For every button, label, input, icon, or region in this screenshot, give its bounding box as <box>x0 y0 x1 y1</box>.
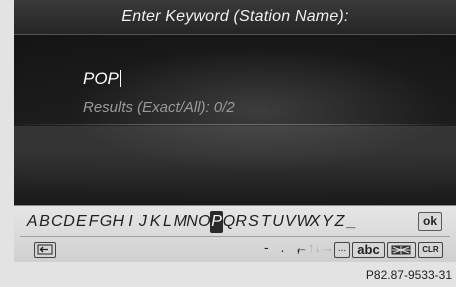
abc-case-button[interactable]: abc <box>352 242 385 258</box>
key-t[interactable]: T <box>260 211 272 233</box>
key-a[interactable]: A <box>26 211 38 233</box>
background-floor <box>14 126 456 204</box>
key-i[interactable]: I <box>124 211 136 233</box>
key-u[interactable]: U <box>272 211 284 233</box>
key-w[interactable]: W <box>297 211 312 233</box>
key-j[interactable]: J <box>137 211 149 233</box>
key-q[interactable]: Q <box>223 211 235 233</box>
key-b[interactable]: B <box>38 211 50 233</box>
key-g[interactable]: G <box>100 211 112 233</box>
key-k[interactable]: K <box>149 211 161 233</box>
key-v[interactable]: V <box>284 211 296 233</box>
key-s[interactable]: S <box>247 211 259 233</box>
title-bar: Enter Keyword (Station Name): <box>14 0 456 35</box>
key-c[interactable]: C <box>51 211 63 233</box>
back-button[interactable] <box>34 242 56 258</box>
keyword-entry-field[interactable]: POP <box>83 69 121 89</box>
letters-row: A B C D E F G H I J K L M N O P Q R S T U V W X Y Z _ <box>26 211 358 233</box>
more-characters-button[interactable]: ... <box>334 242 350 258</box>
divider <box>14 124 456 125</box>
clear-button[interactable]: CLR <box>418 242 443 258</box>
arrow-left-icon[interactable]: ← <box>295 240 308 255</box>
key-h[interactable]: H <box>112 211 124 233</box>
key-l[interactable]: L <box>161 211 173 233</box>
results-count: Results (Exact/All): 0/2 <box>83 99 235 116</box>
key-f[interactable]: F <box>87 211 99 233</box>
text-cursor <box>119 70 121 87</box>
reference-code: P82.87-9533-31 <box>365 268 452 282</box>
key-underscore[interactable]: _ <box>346 211 358 233</box>
character-keyboard: A B C D E F G H I J K L M N O P Q R S T U V W X Y Z _ ok - . , ←↑↓… <box>14 205 456 262</box>
key-p[interactable]: P <box>210 211 223 233</box>
key-d[interactable]: D <box>63 211 75 233</box>
row-divider <box>20 236 450 237</box>
key-o[interactable]: O <box>198 211 210 233</box>
entry-text: POP <box>83 69 119 88</box>
key-m[interactable]: M <box>174 211 187 233</box>
key-z[interactable]: Z <box>333 211 345 233</box>
display-screen: Enter Keyword (Station Name): POP Result… <box>14 0 456 262</box>
language-button[interactable] <box>387 242 416 258</box>
key-e[interactable]: E <box>75 211 87 233</box>
key-x[interactable]: X <box>309 211 321 233</box>
ok-button[interactable]: ok <box>418 212 442 231</box>
key-r[interactable]: R <box>235 211 247 233</box>
page-title: Enter Keyword (Station Name): <box>121 8 349 25</box>
key-n[interactable]: N <box>186 211 198 233</box>
arrow-right-icon[interactable]: → <box>321 240 334 255</box>
cursor-arrow-keys[interactable]: ←↑↓→ <box>295 240 334 255</box>
key-y[interactable]: Y <box>321 211 333 233</box>
